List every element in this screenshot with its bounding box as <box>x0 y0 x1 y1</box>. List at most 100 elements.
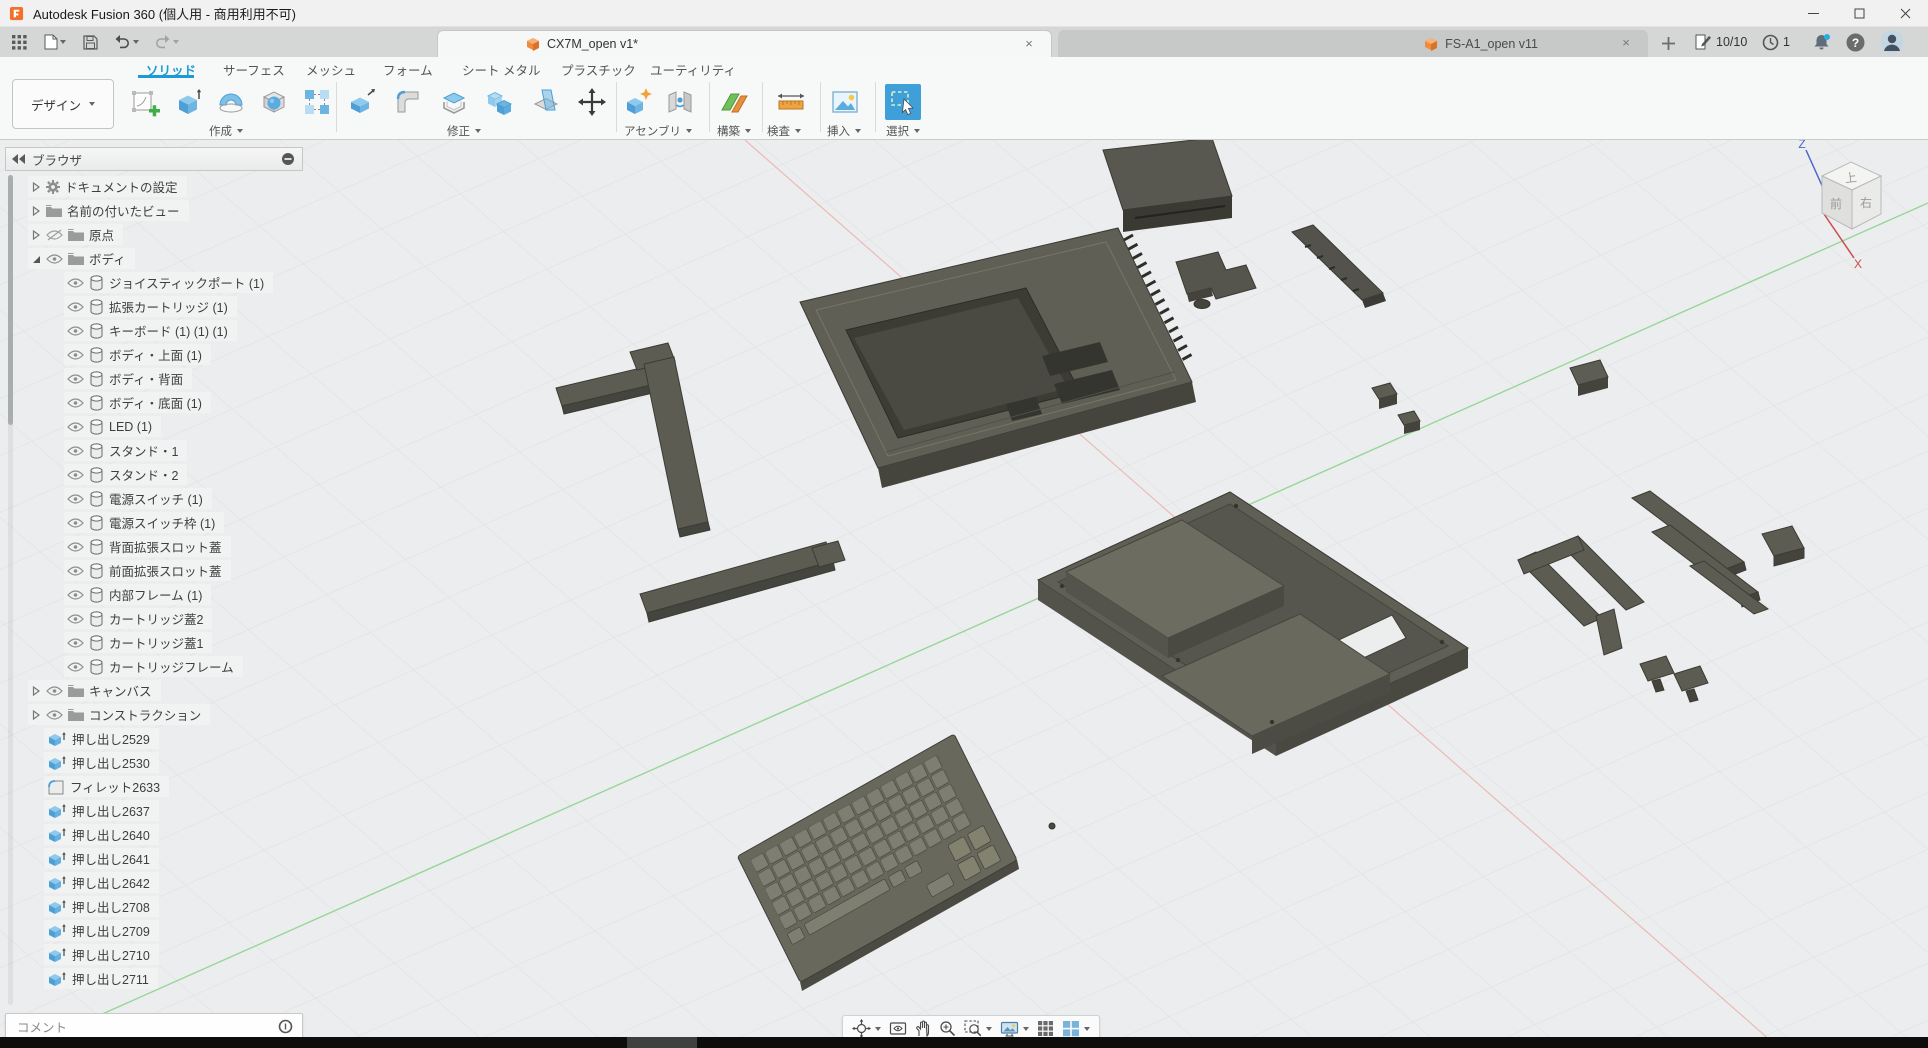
tree-body-row[interactable]: 電源スイッチ (1) <box>64 488 212 509</box>
ribbon-tab-utilities[interactable]: ユーティリティ <box>650 60 736 79</box>
grid-display-tool[interactable] <box>1037 1020 1054 1037</box>
extrude-button[interactable] <box>170 84 206 120</box>
viewcube-front-label[interactable]: 前 <box>1830 196 1842 211</box>
visibility-on-icon[interactable] <box>46 253 63 265</box>
press-pull-button[interactable] <box>344 84 380 120</box>
panel-options-icon[interactable] <box>281 152 295 166</box>
viewport[interactable]: 上 前 右 Z X ブラウザ ドキュメントの設定 名前の付いたビュー <box>0 140 1928 1048</box>
file-menu-button[interactable] <box>40 27 70 57</box>
create-sketch-button[interactable] <box>127 84 163 120</box>
ribbon-tab-mesh[interactable]: メッシュ <box>306 60 356 79</box>
viewcube-right-label[interactable]: 右 <box>1860 195 1872 210</box>
close-button[interactable] <box>1882 0 1928 27</box>
tree-item-document-settings[interactable]: ドキュメントの設定 <box>28 176 187 197</box>
workspace-selector[interactable]: デザイン <box>12 79 114 129</box>
comment-input[interactable]: コメント <box>5 1013 303 1040</box>
shell-button[interactable] <box>436 84 472 120</box>
tree-item-bodies-folder[interactable]: ボディ <box>28 248 135 269</box>
display-settings-tool[interactable] <box>1000 1021 1029 1037</box>
tree-body-row[interactable]: ジョイスティックポート (1) <box>64 272 273 293</box>
insert-image-button[interactable] <box>827 84 863 120</box>
comment-marker-icon[interactable] <box>278 1019 293 1034</box>
group-label-assemble[interactable]: アセンブリ <box>624 123 692 139</box>
chevron-collapsed-icon[interactable] <box>31 182 41 192</box>
tree-feature-extrude[interactable]: 押し出し2640 <box>44 824 159 845</box>
save-button[interactable] <box>78 27 102 57</box>
group-label-construct[interactable]: 構築 <box>717 123 751 139</box>
tree-body-row[interactable]: 内部フレーム (1) <box>64 584 211 605</box>
help-button[interactable]: ? <box>1846 27 1865 57</box>
tree-body-row[interactable]: ボディ・上面 (1) <box>64 344 211 365</box>
tree-body-row[interactable]: 拡張カートリッジ (1) <box>64 296 237 317</box>
tree-feature-fillet[interactable]: フィレット2633 <box>44 776 169 797</box>
chevron-collapsed-icon[interactable] <box>31 710 41 720</box>
pan-tool[interactable] <box>915 1020 931 1037</box>
ribbon-tab-surface[interactable]: サーフェス <box>223 60 285 79</box>
notifications-button[interactable] <box>1812 27 1831 57</box>
redo-button[interactable] <box>150 27 182 57</box>
orbit-tool[interactable] <box>852 1019 881 1038</box>
tree-body-row[interactable]: ボディ・背面 <box>64 368 192 389</box>
select-tool-button[interactable] <box>885 84 921 120</box>
visibility-on-icon[interactable] <box>67 277 84 289</box>
group-label-select[interactable]: 選択 <box>886 123 920 139</box>
group-label-create[interactable]: 作成 <box>209 123 243 139</box>
ribbon-tab-sheetmetal[interactable]: シート メタル <box>462 60 540 79</box>
maximize-button[interactable] <box>1836 0 1882 27</box>
tree-feature-extrude[interactable]: 押し出し2642 <box>44 872 159 893</box>
chevron-collapsed-icon[interactable] <box>31 206 41 216</box>
document-tab-active[interactable]: CX7M_open v1* × <box>437 30 1052 57</box>
new-component-button[interactable] <box>621 84 657 120</box>
tree-item-canvases[interactable]: キャンバス <box>28 680 161 701</box>
tree-body-row[interactable]: キーボード (1) (1) (1) <box>64 320 237 341</box>
measure-button[interactable] <box>773 84 809 120</box>
tree-body-row[interactable]: ボディ・底面 (1) <box>64 392 211 413</box>
tree-feature-extrude[interactable]: 押し出し2708 <box>44 896 159 917</box>
tree-body-row[interactable]: スタンド・1 <box>64 440 187 461</box>
tree-body-row[interactable]: 前面拡張スロット蓋 <box>64 560 231 581</box>
tree-body-row[interactable]: カートリッジ蓋1 <box>64 632 212 653</box>
tree-feature-extrude[interactable]: 押し出し2711 <box>44 968 158 989</box>
visibility-on-icon[interactable] <box>46 709 63 721</box>
primitive-button[interactable] <box>256 84 292 120</box>
minimize-button[interactable] <box>1790 0 1836 27</box>
combine-button[interactable] <box>482 84 518 120</box>
collapse-panel-icon[interactable] <box>12 154 26 164</box>
fit-view-tool[interactable] <box>964 1020 992 1037</box>
tree-item-named-views[interactable]: 名前の付いたビュー <box>28 200 189 221</box>
tree-feature-extrude[interactable]: 押し出し2710 <box>44 944 159 965</box>
viewports-tool[interactable] <box>1062 1020 1090 1037</box>
new-tab-button[interactable] <box>1656 31 1680 55</box>
ribbon-tab-form[interactable]: フォーム <box>383 60 433 79</box>
joint-button[interactable] <box>662 84 698 120</box>
app-grid-icon[interactable] <box>6 27 32 57</box>
avatar[interactable] <box>1880 27 1904 57</box>
visibility-off-icon[interactable] <box>46 229 63 241</box>
construct-plane-button[interactable] <box>716 84 752 120</box>
chevron-expanded-icon[interactable] <box>31 254 41 264</box>
fillet-button[interactable] <box>390 84 426 120</box>
tree-feature-extrude[interactable]: 押し出し2637 <box>44 800 159 821</box>
look-at-tool[interactable] <box>889 1021 907 1037</box>
ribbon-tab-plastic[interactable]: プラスチック <box>561 60 636 79</box>
tree-body-row[interactable]: スタンド・2 <box>64 464 187 485</box>
pattern-button[interactable] <box>299 84 335 120</box>
browser-scrollbar[interactable] <box>8 175 13 1005</box>
chevron-collapsed-icon[interactable] <box>31 686 41 696</box>
group-label-modify[interactable]: 修正 <box>447 123 481 139</box>
move-copy-button[interactable] <box>574 84 610 120</box>
3d-scene[interactable]: 上 前 右 Z X <box>0 140 1928 1048</box>
tree-body-row[interactable]: 電源スイッチ枠 (1) <box>64 512 224 533</box>
document-tab-inactive[interactable]: FS-A1_open v11 × <box>1058 30 1648 57</box>
tree-item-origin[interactable]: 原点 <box>28 224 123 245</box>
tree-body-row[interactable]: 背面拡張スロット蓋 <box>64 536 231 557</box>
chevron-collapsed-icon[interactable] <box>31 230 41 240</box>
revolve-button[interactable] <box>213 84 249 120</box>
tab-close-icon[interactable]: × <box>1618 35 1634 51</box>
visibility-on-icon[interactable] <box>46 685 63 697</box>
tree-feature-extrude[interactable]: 押し出し2709 <box>44 920 159 941</box>
zoom-tool[interactable] <box>939 1020 956 1037</box>
viewcube-top-label[interactable]: 上 <box>1844 170 1858 185</box>
tree-item-construction[interactable]: コンストラクション <box>28 704 210 725</box>
group-label-insert[interactable]: 挿入 <box>827 123 861 139</box>
